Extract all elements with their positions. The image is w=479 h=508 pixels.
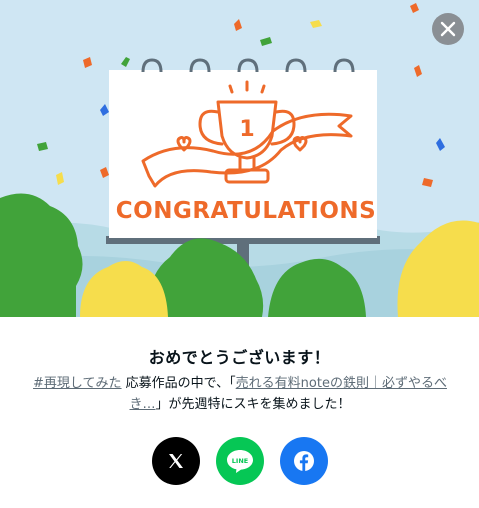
congratulations-illustration: 1 CONGRATULATIONS (0, 0, 479, 317)
hashtag-link[interactable]: #再現してみた (33, 376, 122, 391)
modal-message: #再現してみた 応募作品の中で、「売れる有料noteの鉄則｜必ずやるべき…」が先… (30, 373, 450, 415)
modal-title: おめでとうございます！ (148, 348, 331, 367)
x-logo-icon (169, 454, 183, 468)
close-icon (440, 21, 456, 37)
line-logo-icon: LINE (227, 450, 253, 473)
share-line-button[interactable]: LINE (216, 437, 264, 485)
line-logo-text: LINE (232, 457, 248, 465)
modal-content: おめでとうございます！ #再現してみた 応募作品の中で、「売れる有料noteの鉄… (0, 317, 479, 508)
facebook-logo-icon (294, 451, 314, 471)
close-button[interactable] (432, 13, 464, 45)
share-facebook-button[interactable] (280, 437, 328, 485)
banner-text: CONGRATULATIONS (116, 198, 376, 224)
message-text-1: 応募作品の中で、「 (121, 376, 236, 391)
message-text-2: 」が先週特にスキを集めました！ (155, 397, 351, 412)
trophy-number: 1 (239, 117, 254, 142)
share-x-button[interactable] (152, 437, 200, 485)
congratulations-modal: 1 CONGRATULATIONS おめでとうございます！ #再現してみた 応募… (0, 0, 479, 508)
